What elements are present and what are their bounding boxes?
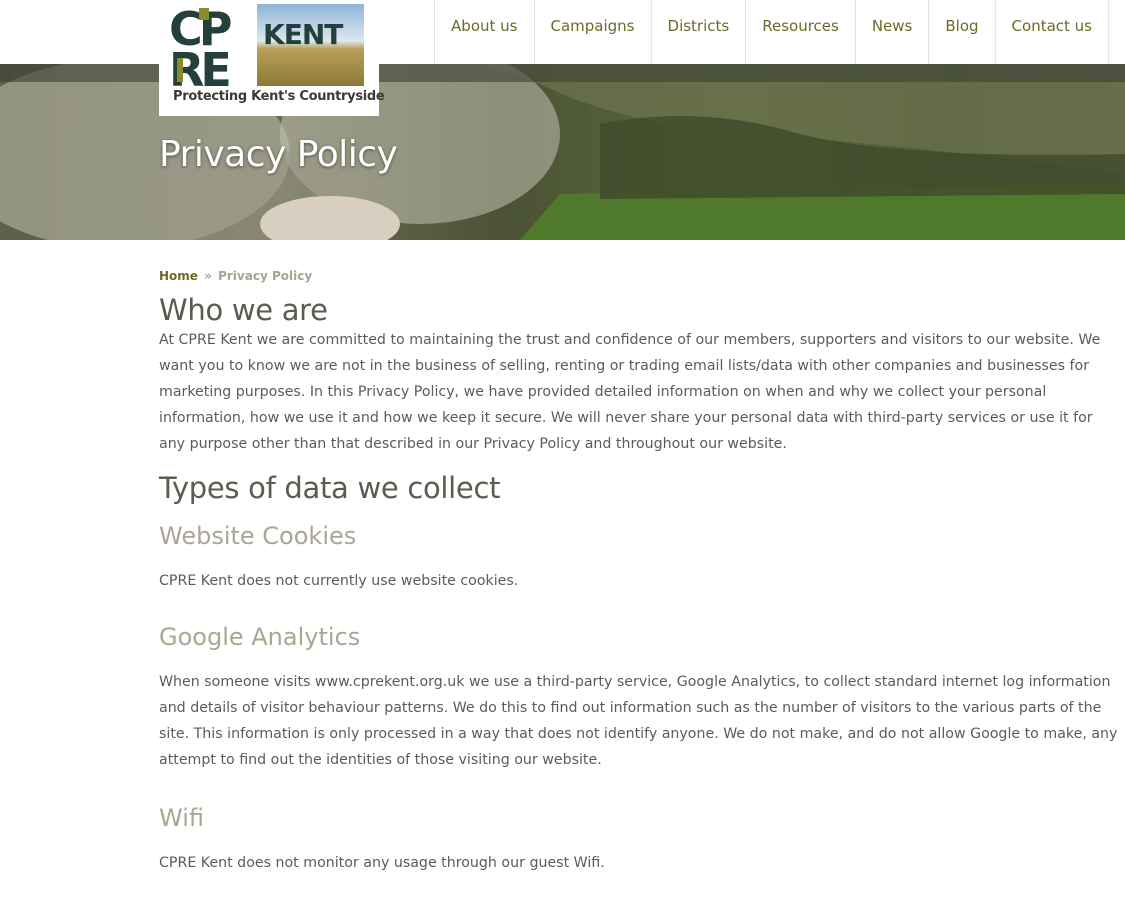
cpre-kent-logo[interactable]: CP RE KENT Protecting Kent's Countryside (159, 0, 385, 116)
breadcrumb-separator: » (204, 269, 212, 283)
text-wifi: CPRE Kent does not monitor any usage thr… (159, 855, 605, 871)
nav-news[interactable]: News (854, 0, 929, 64)
text-website-cookies: CPRE Kent does not currently use website… (159, 573, 519, 589)
nav-campaigns[interactable]: Campaigns (533, 0, 651, 64)
heading-types-of-data: Types of data we collect (159, 471, 501, 505)
nav-districts[interactable]: Districts (650, 0, 746, 64)
text-who-we-are: At CPRE Kent we are committed to maintai… (159, 332, 1101, 452)
breadcrumb: Home » Privacy Policy (159, 268, 1119, 285)
nav-blog[interactable]: Blog (928, 0, 994, 64)
nav-contact-us[interactable]: Contact us (994, 0, 1109, 64)
page-title: Privacy Policy (159, 134, 398, 175)
breadcrumb-home-link[interactable]: Home (159, 269, 198, 283)
breadcrumb-current: Privacy Policy (218, 269, 313, 283)
nav-about-us[interactable]: About us (434, 0, 533, 64)
heading-website-cookies: Website Cookies (159, 522, 357, 550)
heading-wifi: Wifi (159, 804, 204, 832)
heading-google-analytics: Google Analytics (159, 623, 361, 651)
logo-kent-text: KENT (263, 18, 343, 51)
main-navigation: About us Campaigns Districts Resources N… (434, 0, 1109, 64)
heading-who-we-are: Who we are (159, 293, 328, 327)
main-content: Home » Privacy Policy Who we are At CPRE… (159, 268, 1119, 876)
site-header: CP RE KENT Protecting Kent's Countryside… (0, 0, 1125, 116)
logo-graphic: CP RE KENT (169, 2, 364, 90)
logo-tagline: Protecting Kent's Countryside (173, 89, 385, 104)
nav-resources[interactable]: Resources (745, 0, 855, 64)
text-google-analytics: When someone visits www.cprekent.org.uk … (159, 674, 1118, 768)
